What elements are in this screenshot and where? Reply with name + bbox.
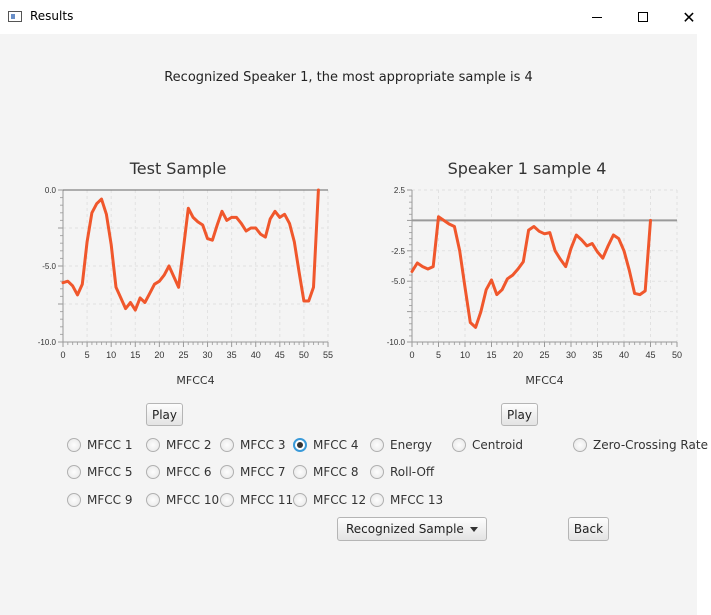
x-tick-label: 50 [299, 350, 309, 360]
maximize-icon [638, 12, 648, 22]
radio-mfcc-1[interactable]: MFCC 1 [67, 436, 132, 454]
plot-area [412, 190, 677, 342]
recognition-result-text: Recognized Speaker 1, the most appropria… [164, 70, 533, 85]
y-tick-label: -2.5 [391, 247, 405, 256]
radio-mfcc-7[interactable]: MFCC 7 [220, 463, 285, 481]
sample-select-value: Recognized Sample [346, 522, 464, 536]
radio-zero-crossing-rate[interactable]: Zero-Crossing Rate [573, 436, 708, 454]
radio-mfcc-13[interactable]: MFCC 13 [370, 491, 443, 509]
radio-energy[interactable]: Energy [370, 436, 432, 454]
x-tick-label: 50 [672, 350, 682, 360]
minimize-icon [592, 16, 602, 18]
y-tick-label: -10.0 [38, 338, 57, 347]
window-title: Results [30, 9, 74, 23]
x-tick-label: 0 [409, 350, 414, 360]
x-axis-title-test: MFCC4 [176, 374, 215, 387]
chevron-down-icon [470, 527, 478, 532]
x-tick-label: 15 [130, 350, 140, 360]
x-tick-label: 20 [513, 350, 523, 360]
chart-title-speaker-sample: Speaker 1 sample 4 [447, 159, 607, 178]
x-tick-label: 10 [106, 350, 116, 360]
y-tick-label: -5.0 [391, 277, 405, 286]
x-tick-label: 0 [60, 350, 65, 360]
minimize-button[interactable] [574, 0, 620, 34]
radio-mfcc-4[interactable]: MFCC 4 [293, 436, 358, 454]
test-sample-chart: 0 5 10 15 20 25 30 35 40 45 50 55 -10.0 -5.0 0.0 [38, 186, 333, 360]
x-tick-label: 40 [251, 350, 261, 360]
radio-mfcc-8[interactable]: MFCC 8 [293, 463, 358, 481]
maximize-button[interactable] [620, 0, 666, 34]
radio-mfcc-3[interactable]: MFCC 3 [220, 436, 285, 454]
back-button[interactable]: Back [568, 517, 609, 541]
x-tick-label: 20 [154, 350, 164, 360]
x-tick-label: 35 [592, 350, 602, 360]
y-tick-label: -10.0 [387, 338, 406, 347]
x-tick-label: 55 [323, 350, 333, 360]
x-tick-label: 30 [566, 350, 576, 360]
sample-select-dropdown[interactable]: Recognized Sample [337, 517, 487, 541]
radio-mfcc-2[interactable]: MFCC 2 [146, 436, 211, 454]
play-test-sample-button[interactable]: Play [146, 403, 183, 426]
x-axis-title-speaker: MFCC4 [525, 374, 564, 387]
y-tick-label: -5.0 [42, 262, 56, 271]
x-tick-label: 15 [486, 350, 496, 360]
x-tick-label: 45 [645, 350, 655, 360]
x-tick-label: 40 [619, 350, 629, 360]
close-button[interactable]: ✕ [666, 0, 711, 34]
x-tick-label: 5 [436, 350, 441, 360]
window-edge [697, 34, 711, 615]
close-icon: ✕ [682, 7, 696, 27]
x-tick-label: 25 [539, 350, 549, 360]
radio-mfcc-5[interactable]: MFCC 5 [67, 463, 132, 481]
radio-mfcc-11[interactable]: MFCC 11 [220, 491, 293, 509]
y-tick-label: 0.0 [45, 186, 57, 195]
radio-mfcc-9[interactable]: MFCC 9 [67, 491, 132, 509]
x-tick-label: 25 [178, 350, 188, 360]
speaker-sample-chart: 0 5 10 15 20 25 30 35 40 45 50 -10.0 -5.0 -2.5 2.5 [387, 186, 682, 360]
x-tick-label: 35 [227, 350, 237, 360]
radio-centroid[interactable]: Centroid [452, 436, 523, 454]
chart-title-test-sample: Test Sample [129, 159, 227, 178]
x-tick-label: 5 [85, 350, 90, 360]
y-tick-label: 2.5 [394, 186, 406, 195]
x-tick-label: 30 [203, 350, 213, 360]
x-tick-label: 45 [275, 350, 285, 360]
app-window-icon [8, 11, 22, 22]
x-tick-label: 10 [460, 350, 470, 360]
title-bar: Results ✕ [0, 0, 711, 34]
radio-mfcc-6[interactable]: MFCC 6 [146, 463, 211, 481]
radio-roll-off[interactable]: Roll-Off [370, 463, 434, 481]
radio-mfcc-10[interactable]: MFCC 10 [146, 491, 219, 509]
radio-mfcc-12[interactable]: MFCC 12 [293, 491, 366, 509]
play-speaker-sample-button[interactable]: Play [501, 403, 538, 426]
